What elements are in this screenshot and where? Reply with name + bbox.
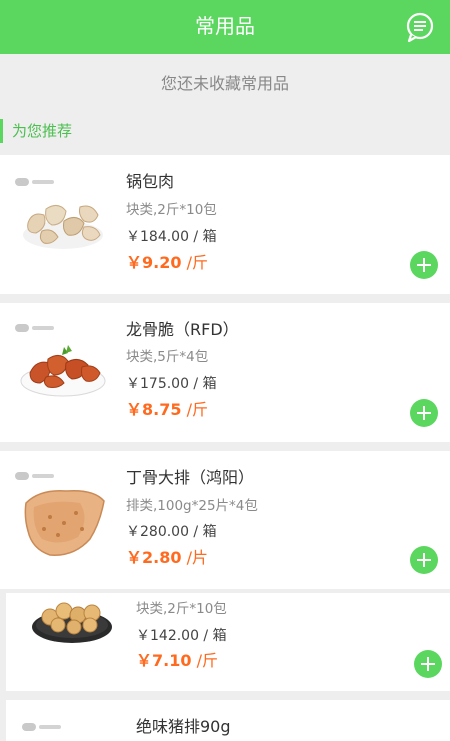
product-unit-price: ￥7.10 /斤 <box>136 651 218 670</box>
product-spec: 块类,2斤*10包 <box>126 202 217 218</box>
add-to-cart-button[interactable] <box>410 251 438 279</box>
add-to-cart-button[interactable] <box>410 399 438 427</box>
product-box-price: ￥280.00 / 箱 <box>126 524 217 540</box>
section-accent-bar <box>0 119 3 143</box>
product-card[interactable]: 块类,2斤*10包 ￥142.00 / 箱 ￥7.10 /斤 <box>6 593 450 691</box>
longgucui-photo <box>20 345 106 397</box>
add-to-cart-button[interactable] <box>410 546 438 574</box>
product-box-price: ￥184.00 / 箱 <box>126 229 217 245</box>
product-spec: 排类,100g*25片*4包 <box>126 498 258 514</box>
page-title: 常用品 <box>195 14 255 38</box>
product-unit-price: ￥2.80 /片 <box>126 548 208 567</box>
product-card[interactable]: 绝味猪排90g <box>6 700 450 741</box>
dingu-dapai-photo <box>24 489 105 556</box>
product-unit-price: ￥9.20 /斤 <box>126 253 208 272</box>
product-name: 绝味猪排90g <box>136 717 231 736</box>
product-card[interactable]: 龙骨脆（RFD） 块类,5斤*4包 ￥175.00 / 箱 ￥8.75 /斤 <box>0 303 450 442</box>
brand-logo <box>15 323 55 333</box>
add-to-cart-button[interactable] <box>414 650 442 678</box>
product-name: 龙骨脆（RFD） <box>126 320 239 339</box>
product-name: 锅包肉 <box>126 172 175 191</box>
product-spec: 块类,5斤*4包 <box>126 349 209 365</box>
product-card[interactable]: 丁骨大排（鸿阳） 排类,100g*25片*4包 ￥280.00 / 箱 ￥2.8… <box>0 451 450 589</box>
product-spec: 块类,2斤*10包 <box>136 601 227 617</box>
product-card[interactable]: 锅包肉 块类,2斤*10包 ￥184.00 / 箱 ￥9.20 /斤 <box>0 155 450 294</box>
product-name: 丁骨大排（鸿阳） <box>126 468 255 487</box>
brand-logo <box>15 177 55 187</box>
guobaorou-photo <box>23 205 103 249</box>
message-icon[interactable] <box>404 11 436 43</box>
brand-logo <box>15 471 55 481</box>
fried-nuggets-photo <box>32 602 112 643</box>
brand-logo <box>22 722 62 732</box>
product-box-price: ￥175.00 / 箱 <box>126 376 217 392</box>
product-unit-price: ￥8.75 /斤 <box>126 400 208 419</box>
favorites-empty-message: 您还未收藏常用品 <box>160 74 289 93</box>
recommend-section-header: 为您推荐 <box>0 117 450 145</box>
app-header: 常用品 <box>0 0 450 54</box>
product-box-price: ￥142.00 / 箱 <box>136 628 227 644</box>
recommend-title: 为您推荐 <box>12 122 73 140</box>
